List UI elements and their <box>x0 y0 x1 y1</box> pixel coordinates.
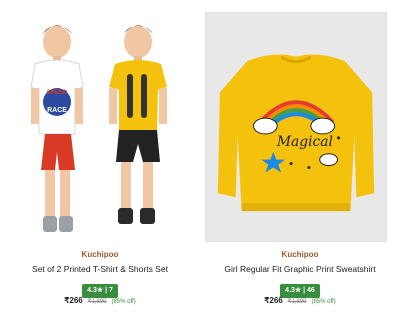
svg-text:RACE: RACE <box>47 107 67 114</box>
model-left: SPEED RACE <box>30 25 84 232</box>
product-title[interactable]: Set of 2 Printed T-Shirt & Shorts Set <box>0 264 200 274</box>
discount-label: (85% off) <box>111 299 136 305</box>
product-brand: Kuchipoo <box>81 250 119 259</box>
original-price: ₹1,899 <box>87 299 107 305</box>
model-right <box>109 25 167 224</box>
price-row: ₹266 ₹1,899 (85% off) <box>0 296 200 305</box>
product-grid: SPEED RACE Kuchipoo Set of 2 Printed T-S… <box>0 0 400 331</box>
product-brand: Kuchipoo <box>281 250 319 259</box>
selling-price: ₹266 <box>64 296 83 305</box>
product-photo-boys-tshirt-shorts: SPEED RACE <box>30 25 167 232</box>
product-photo-yellow-sweatshirt: Magical <box>206 13 386 241</box>
product-card-tshirt-shorts[interactable]: SPEED RACE Kuchipoo Set of 2 Printed T-S… <box>0 0 200 331</box>
original-price: ₹1,899 <box>287 299 307 305</box>
price-row: ₹266 ₹1,899 (85% off) <box>200 296 400 305</box>
product-image[interactable]: SPEED RACE <box>5 12 190 242</box>
selling-price: ₹266 <box>264 296 283 305</box>
svg-text:SPEED: SPEED <box>47 90 68 96</box>
discount-label: (85% off) <box>311 299 336 305</box>
product-image[interactable]: Magical <box>205 12 387 242</box>
product-card-sweatshirt[interactable]: Magical Kuchipoo Girl Regular Fit Graphi… <box>200 0 400 331</box>
product-title[interactable]: Girl Regular Fit Graphic Print Sweatshir… <box>200 264 400 274</box>
svg-text:Magical: Magical <box>276 134 333 150</box>
